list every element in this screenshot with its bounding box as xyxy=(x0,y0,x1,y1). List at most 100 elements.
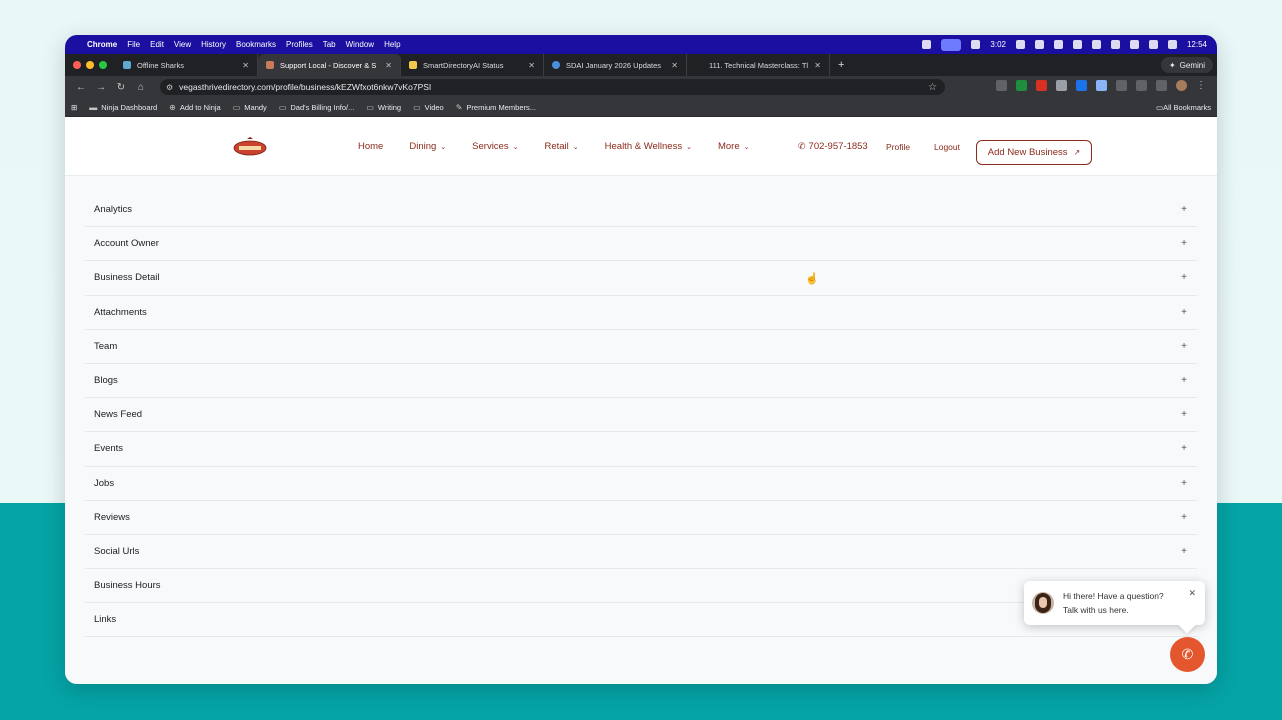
url-text[interactable]: vegasthrivedirectory.com/profile/busines… xyxy=(179,82,431,92)
bookmark-video[interactable]: ▭ Video xyxy=(413,103,444,112)
profile-link[interactable]: Profile xyxy=(886,117,910,176)
tab-smartdirectory-status[interactable]: SmartDirectoryAI Status ✕ xyxy=(401,54,544,76)
menu-help[interactable]: Help xyxy=(384,40,400,49)
tray-icon[interactable] xyxy=(922,40,932,49)
plus-icon[interactable]: + xyxy=(1181,512,1187,523)
close-icon[interactable]: ✕ xyxy=(528,61,535,70)
close-window-button[interactable] xyxy=(73,61,81,69)
tray-icon[interactable] xyxy=(971,40,981,49)
address-bar[interactable]: ⚙ vegasthrivedirectory.com/profile/busin… xyxy=(160,79,945,95)
close-icon[interactable]: ✕ xyxy=(814,61,821,70)
accordion-jobs[interactable]: Jobs + xyxy=(85,467,1197,501)
nav-retail[interactable]: Retail ⌄ xyxy=(544,141,578,152)
bookmark-mandy[interactable]: ▭ Mandy xyxy=(233,103,267,112)
bookmark-star-icon[interactable]: ☆ xyxy=(928,82,937,93)
logout-link[interactable]: Logout xyxy=(934,117,960,176)
plus-icon[interactable]: + xyxy=(1181,272,1187,283)
menu-history[interactable]: History xyxy=(201,40,226,49)
nav-home[interactable]: Home xyxy=(358,141,383,152)
add-new-business-button[interactable]: Add New Business ↗ xyxy=(976,140,1092,165)
accordion-business-detail[interactable]: Business Detail + xyxy=(85,261,1197,296)
nav-dining[interactable]: Dining ⌄ xyxy=(409,141,446,152)
extension-icon[interactable] xyxy=(1076,80,1087,91)
all-bookmarks-button[interactable]: ▭ All Bookmarks xyxy=(1156,98,1211,117)
profile-avatar-icon[interactable] xyxy=(1176,80,1187,91)
accordion-news-feed[interactable]: News Feed + xyxy=(85,398,1197,433)
close-icon[interactable]: ✕ xyxy=(385,61,392,70)
screen-share-icon[interactable] xyxy=(941,38,962,51)
menu-app-name[interactable]: Chrome xyxy=(87,40,117,49)
plus-icon[interactable]: + xyxy=(1181,238,1187,249)
tab-sdai-updates[interactable]: SDAI January 2026 Updates ✕ xyxy=(544,54,687,76)
accordion-attachments[interactable]: Attachments + xyxy=(85,296,1197,330)
apps-icon[interactable]: ⊞ xyxy=(71,103,77,112)
plus-icon[interactable]: + xyxy=(1181,443,1187,454)
accordion-blogs[interactable]: Blogs + xyxy=(85,364,1197,399)
menu-tab[interactable]: Tab xyxy=(323,40,336,49)
extension-icon[interactable] xyxy=(1096,80,1107,91)
search-icon[interactable] xyxy=(1110,40,1120,49)
bookmark-writing[interactable]: ▭ Writing xyxy=(366,103,401,112)
tray-icon[interactable] xyxy=(1034,40,1044,49)
plus-icon[interactable]: + xyxy=(1181,375,1187,386)
puzzle-icon[interactable] xyxy=(1116,80,1127,91)
accordion-account-owner[interactable]: Account Owner + xyxy=(85,227,1197,262)
menu-window[interactable]: Window xyxy=(346,40,374,49)
bookmark-premium-members[interactable]: ✎ Premium Members... xyxy=(456,103,536,112)
chat-prompt[interactable]: Hi there! Have a question? Talk with us … xyxy=(1024,581,1205,625)
extension-icon[interactable] xyxy=(1036,80,1047,91)
download-icon[interactable] xyxy=(1156,80,1167,91)
gemini-button[interactable]: ✦ Gemini xyxy=(1160,57,1213,73)
extension-icon[interactable] xyxy=(996,80,1007,91)
site-info-icon[interactable]: ⚙ xyxy=(166,83,173,92)
clock[interactable]: 12:54 xyxy=(1187,40,1207,49)
accordion-team[interactable]: Team + xyxy=(85,330,1197,364)
accordion-social-urls[interactable]: Social Urls + xyxy=(85,535,1197,570)
close-icon[interactable]: ✕ xyxy=(242,61,249,70)
nav-services[interactable]: Services ⌄ xyxy=(472,141,518,152)
minimize-window-button[interactable] xyxy=(86,61,94,69)
wifi-icon[interactable] xyxy=(1148,40,1158,49)
tray-icon[interactable] xyxy=(1129,40,1139,49)
bookmark-add-to-ninja[interactable]: ⊕ Add to Ninja xyxy=(169,103,221,112)
back-icon[interactable]: ← xyxy=(71,82,91,93)
menu-bookmarks[interactable]: Bookmarks xyxy=(236,40,276,49)
new-tab-button[interactable]: + xyxy=(830,59,852,71)
bookmark-ninja-dashboard[interactable]: ▬ Ninja Dashboard xyxy=(89,103,157,112)
bookmark-dads-billing[interactable]: ▭ Dad's Billing Info/... xyxy=(279,103,355,112)
close-icon[interactable]: ✕ xyxy=(1188,588,1196,599)
menu-view[interactable]: View xyxy=(174,40,191,49)
eyedropper-icon[interactable] xyxy=(1056,80,1067,91)
accordion-reviews[interactable]: Reviews + xyxy=(85,501,1197,535)
menu-profiles[interactable]: Profiles xyxy=(286,40,313,49)
plus-icon[interactable]: + xyxy=(1181,478,1187,489)
forward-icon[interactable]: → xyxy=(91,82,111,93)
accordion-events[interactable]: Events + xyxy=(85,432,1197,467)
side-panel-icon[interactable] xyxy=(1136,80,1147,91)
tab-support-local[interactable]: Support Local - Discover & S ✕ xyxy=(258,54,401,76)
site-logo[interactable] xyxy=(233,137,267,157)
timer-readout[interactable]: 3:02 xyxy=(990,40,1006,49)
zoom-window-button[interactable] xyxy=(99,61,107,69)
accordion-analytics[interactable]: Analytics + xyxy=(85,193,1197,228)
control-center-icon[interactable] xyxy=(1167,40,1177,49)
nav-health-wellness[interactable]: Health & Wellness ⌄ xyxy=(605,141,692,152)
plus-icon[interactable]: + xyxy=(1181,546,1187,557)
plus-icon[interactable]: + xyxy=(1181,204,1187,215)
home-icon[interactable]: ⌂ xyxy=(131,82,151,93)
plus-icon[interactable]: + xyxy=(1181,341,1187,352)
tab-offline-sharks[interactable]: Offline Sharks ✕ xyxy=(115,54,258,76)
menu-edit[interactable]: Edit xyxy=(150,40,164,49)
reload-icon[interactable]: ↻ xyxy=(111,82,131,93)
chat-call-button[interactable]: ✆ xyxy=(1170,637,1205,672)
close-icon[interactable]: ✕ xyxy=(671,61,678,70)
kebab-menu-icon[interactable]: ⋮ xyxy=(1196,80,1207,91)
dropbox-icon[interactable] xyxy=(1053,40,1063,49)
menu-file[interactable]: File xyxy=(127,40,140,49)
tab-technical-masterclass[interactable]: 111. Technical Masterclass: Tl ✕ xyxy=(687,54,830,76)
tray-icon[interactable] xyxy=(1091,40,1101,49)
phone-link[interactable]: ✆ 702-957-1853 xyxy=(798,117,868,176)
tray-icon[interactable] xyxy=(1015,40,1025,49)
plus-icon[interactable]: + xyxy=(1181,409,1187,420)
extension-icon[interactable] xyxy=(1016,80,1027,91)
